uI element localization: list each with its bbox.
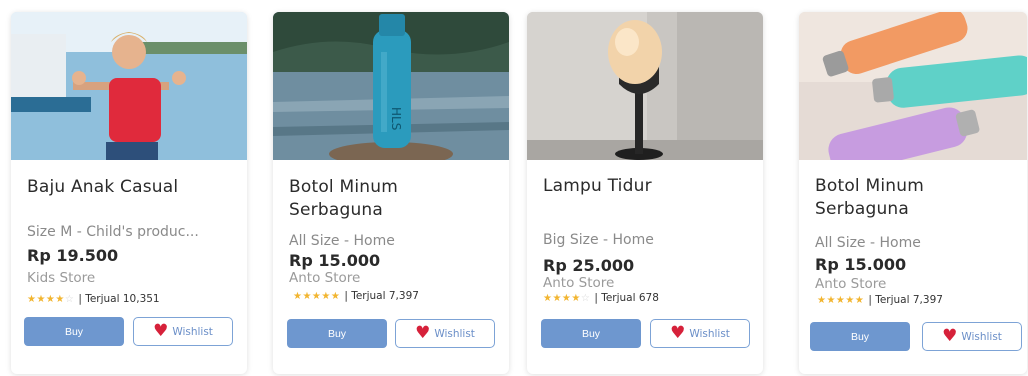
heart-icon: ♥	[942, 326, 958, 346]
rating-row: ★★★★☆ | Terjual 10,351	[27, 293, 160, 305]
rating-row: ★★★★☆ | Terjual 678	[543, 292, 659, 304]
sold-count: | Terjual 10,351	[78, 293, 160, 305]
heart-icon: ♥	[415, 323, 431, 343]
product-card[interactable]: Baju Anak Casual Size M - Child's produc…	[11, 12, 247, 374]
wishlist-label: Wishlist	[961, 330, 1002, 343]
product-price: Rp 15.000	[289, 251, 381, 270]
rating-row: ★★★★★ | Terjual 7,397	[817, 294, 943, 306]
product-image[interactable]	[527, 12, 763, 160]
star-rating: ★★★★☆	[27, 293, 75, 305]
product-price: Rp 19.500	[27, 246, 119, 265]
product-title[interactable]: Baju Anak Casual	[27, 176, 237, 199]
product-title[interactable]: Lampu Tidur	[543, 175, 753, 198]
wishlist-label: Wishlist	[434, 327, 475, 340]
wishlist-button[interactable]: ♥ Wishlist	[133, 317, 233, 346]
product-image[interactable]	[11, 12, 247, 160]
store-name[interactable]: Kids Store	[27, 270, 95, 286]
product-image[interactable]: HLS	[273, 12, 509, 160]
sold-count: | Terjual 7,397	[344, 290, 419, 302]
star-rating: ★★★★☆	[543, 292, 591, 304]
star-rating: ★★★★★	[817, 294, 865, 306]
product-variant: Big Size - Home	[543, 232, 654, 248]
product-variant: Size M - Child's produc...	[27, 224, 199, 240]
wishlist-label: Wishlist	[172, 325, 213, 338]
buy-button[interactable]: Buy	[287, 319, 387, 348]
store-name[interactable]: Anto Store	[815, 276, 886, 292]
store-name[interactable]: Anto Store	[543, 275, 614, 291]
wishlist-button[interactable]: ♥ Wishlist	[650, 319, 750, 348]
star-rating: ★★★★★	[293, 290, 341, 302]
product-price: Rp 15.000	[815, 255, 907, 274]
product-variant: All Size - Home	[815, 235, 921, 251]
product-card[interactable]: HLS Botol Minum Serbaguna All Size - Hom…	[273, 12, 509, 374]
product-card[interactable]: Botol Minum Serbaguna All Size - Home Rp…	[799, 12, 1027, 374]
product-title[interactable]: Botol Minum Serbaguna	[815, 175, 975, 221]
product-card[interactable]: Lampu Tidur Big Size - Home Rp 25.000 An…	[527, 12, 763, 374]
sold-count: | Terjual 678	[594, 292, 659, 304]
product-title[interactable]: Botol Minum Serbaguna	[289, 176, 449, 222]
sold-count: | Terjual 7,397	[868, 294, 943, 306]
product-image[interactable]	[799, 12, 1027, 160]
svg-text:HLS: HLS	[389, 107, 403, 130]
heart-icon: ♥	[670, 323, 686, 343]
buy-button[interactable]: Buy	[24, 317, 124, 346]
store-name[interactable]: Anto Store	[289, 270, 360, 286]
rating-row: ★★★★★ | Terjual 7,397	[293, 290, 419, 302]
buy-button[interactable]: Buy	[810, 322, 910, 351]
product-price: Rp 25.000	[543, 256, 635, 275]
wishlist-button[interactable]: ♥ Wishlist	[922, 322, 1022, 351]
wishlist-label: Wishlist	[689, 327, 730, 340]
heart-icon: ♥	[153, 321, 169, 341]
buy-button[interactable]: Buy	[541, 319, 641, 348]
product-variant: All Size - Home	[289, 233, 395, 249]
wishlist-button[interactable]: ♥ Wishlist	[395, 319, 495, 348]
